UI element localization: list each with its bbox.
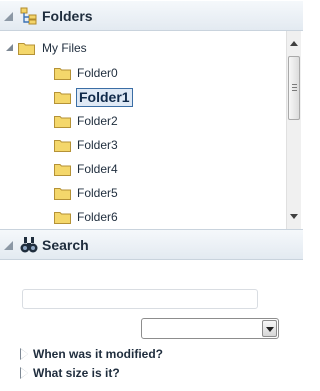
- folder-icon: [54, 164, 71, 176]
- tree-item-selected[interactable]: Folder1: [0, 87, 285, 108]
- chevron-right-icon-fill: [21, 349, 28, 359]
- tree-item-label: Folder6: [77, 210, 118, 224]
- folder-tree: My Files Folder0 Folder1 Folder2 Folder3…: [0, 31, 285, 229]
- tree-expand-icon[interactable]: [6, 44, 13, 51]
- search-input[interactable]: [22, 289, 258, 309]
- tree-item-label: Folder3: [77, 138, 118, 152]
- folder-icon: [54, 188, 71, 200]
- modified-date-expander[interactable]: When was it modified?: [20, 346, 220, 362]
- search-collapse-toggle[interactable]: [4, 241, 13, 250]
- tree-item-label: Folder2: [77, 114, 118, 128]
- folders-collapse-toggle[interactable]: [4, 12, 13, 21]
- tree-item[interactable]: Folder6: [0, 207, 285, 228]
- folder-icon: [54, 92, 71, 104]
- scroll-down-arrow-icon[interactable]: [290, 214, 298, 219]
- tree-root-label: My Files: [42, 41, 87, 55]
- expander-label: When was it modified?: [33, 347, 164, 361]
- grip-line: [292, 87, 297, 88]
- chevron-down-icon[interactable]: [262, 320, 277, 337]
- tree-item[interactable]: Folder4: [0, 159, 285, 180]
- binoculars-icon: [20, 237, 38, 253]
- chevron-right-icon-fill: [21, 368, 28, 378]
- grip-line: [292, 84, 297, 85]
- tree-item-label: Folder4: [77, 162, 118, 176]
- file-size-expander[interactable]: What size is it?: [20, 365, 220, 381]
- folder-tree-icon: [20, 7, 37, 25]
- expander-label: What size is it?: [33, 366, 120, 380]
- search-panel-title: Search: [42, 237, 89, 253]
- tree-scrollbar[interactable]: [286, 31, 301, 229]
- tree-item-label: Folder1: [76, 88, 133, 107]
- folders-panel-header[interactable]: Folders: [0, 0, 303, 31]
- scroll-up-arrow-icon[interactable]: [290, 41, 298, 46]
- folder-icon: [54, 140, 71, 152]
- tree-item-label: Folder0: [77, 66, 118, 80]
- search-criteria-select[interactable]: [141, 318, 279, 339]
- folder-icon: [54, 212, 71, 224]
- tree-item[interactable]: Folder3: [0, 135, 285, 156]
- folder-icon: [18, 43, 35, 55]
- folder-icon: [54, 116, 71, 128]
- scrollbar-thumb[interactable]: [288, 56, 300, 120]
- tree-root-row[interactable]: My Files: [0, 38, 285, 59]
- grip-line: [292, 90, 297, 91]
- folders-panel-title: Folders: [42, 8, 93, 24]
- tree-item[interactable]: Folder2: [0, 111, 285, 132]
- folder-icon: [54, 68, 71, 80]
- tree-item[interactable]: Folder5: [0, 183, 285, 204]
- tree-item[interactable]: Folder0: [0, 63, 285, 84]
- tree-item-label: Folder5: [77, 186, 118, 200]
- search-panel-header[interactable]: Search: [0, 229, 303, 260]
